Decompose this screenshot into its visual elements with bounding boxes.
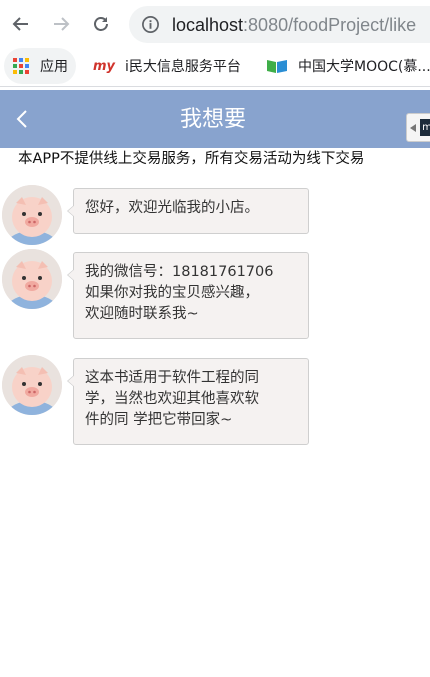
notice-text: 本APP不提供线上交易服务，所有交易活动为线下交易 xyxy=(0,148,430,170)
my-logo-icon: my xyxy=(93,58,116,74)
message-line: 件的同 学把它带回家~ xyxy=(85,412,233,428)
url-path: :8080/foodProject/like xyxy=(243,15,417,35)
forward-arrow-icon[interactable] xyxy=(47,10,75,38)
pig-avatar-icon xyxy=(2,185,62,245)
chat-bubble: 您好，欢迎光临我的小店。 xyxy=(67,188,309,234)
message-line: 这本书适用于软件工程的同 xyxy=(85,370,259,386)
message-line: 欢迎随时联系我~ xyxy=(85,306,199,322)
url-text[interactable]: localhost:8080/foodProject/like xyxy=(172,15,416,36)
avatar[interactable] xyxy=(2,355,62,415)
chat-bubble: 这本书适用于软件工程的同 学，当然也欢迎其他喜欢软 件的同 学把它带回家~ xyxy=(67,358,309,445)
apps-grid-icon xyxy=(12,57,30,75)
address-bar[interactable]: localhost:8080/foodProject/like xyxy=(129,6,430,43)
reload-icon[interactable] xyxy=(87,10,115,38)
collapse-triangle-icon xyxy=(410,124,416,132)
message-line: 如果你对我的宝贝感兴趣， xyxy=(85,285,259,301)
bookmark-label: 中国大学MOOC(慕... xyxy=(298,59,430,75)
browser-toolbar: localhost:8080/foodProject/like xyxy=(0,0,430,48)
avatar[interactable] xyxy=(2,185,62,245)
back-arrow-icon[interactable] xyxy=(7,10,35,38)
bookmark-apps[interactable]: 应用 xyxy=(4,48,76,84)
bookmark-imindа[interactable]: my i民大信息服务平台 xyxy=(93,48,241,84)
message-line: 我的微信号：18181761706 xyxy=(85,264,274,280)
extension-logo-icon: m xyxy=(420,119,430,136)
bookmarks-bar: 应用 my i民大信息服务平台 中国大学MOOC(慕... xyxy=(0,48,430,86)
avatar[interactable] xyxy=(2,249,62,309)
bookmark-mooc[interactable]: 中国大学MOOC(慕... xyxy=(266,48,430,84)
bookmark-label: 应用 xyxy=(40,59,68,75)
extension-button[interactable]: m xyxy=(406,113,430,142)
info-icon[interactable] xyxy=(141,15,160,38)
mooc-logo-icon xyxy=(266,58,288,74)
pig-avatar-icon xyxy=(2,249,62,309)
chat-bubble: 我的微信号：18181761706 如果你对我的宝贝感兴趣， 欢迎随时联系我~ xyxy=(67,252,309,339)
url-host: localhost xyxy=(172,15,244,35)
bookmark-label: i民大信息服务平台 xyxy=(125,59,241,75)
message-line: 您好，欢迎光临我的小店。 xyxy=(85,200,259,216)
toolbar-divider xyxy=(0,86,430,87)
app-header: 我想要 xyxy=(0,90,430,148)
pig-avatar-icon xyxy=(2,355,62,415)
message-line: 学，当然也欢迎其他喜欢软 xyxy=(85,391,259,407)
page-title: 我想要 xyxy=(179,107,246,132)
